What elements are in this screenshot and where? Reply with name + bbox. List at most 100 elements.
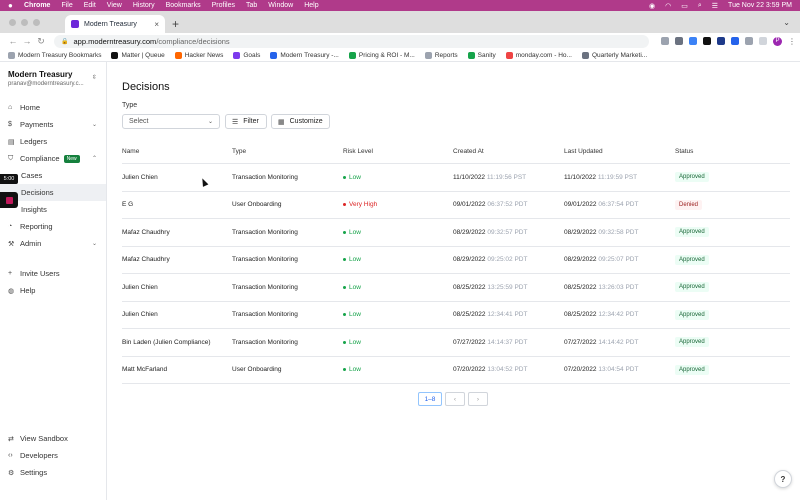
- window-controls: [0, 11, 45, 33]
- sidebar-item-developers[interactable]: ‹› Developers: [0, 447, 106, 464]
- previous-page-button[interactable]: ‹: [445, 392, 465, 406]
- sidebar-item-reporting[interactable]: ◔ Reporting: [0, 218, 106, 235]
- chevron-up-down-icon[interactable]: ⇳: [92, 74, 97, 81]
- dollar-icon: $: [8, 121, 12, 128]
- reload-button[interactable]: ↻: [34, 36, 48, 47]
- sidebar-item-admin[interactable]: ⚒ Admin ⌄: [0, 235, 106, 252]
- column-header-risk-level[interactable]: Risk Level: [343, 148, 453, 155]
- sidebar-item-help[interactable]: ◍ Help: [0, 282, 106, 299]
- close-tab-icon[interactable]: ×: [154, 20, 159, 29]
- sidebar-item-ledgers[interactable]: ▤ Ledgers: [0, 133, 106, 150]
- customize-button[interactable]: ▦ Customize: [271, 114, 330, 129]
- table-row[interactable]: Julien Chien Transaction Monitoring Low 08/…: [122, 274, 790, 302]
- sidebar-item-compliance[interactable]: ⛉ Compliance New ⌃: [0, 150, 106, 167]
- risk-level-text: Low: [349, 256, 361, 264]
- bookmark-item[interactable]: Matter | Queue: [111, 51, 165, 59]
- recording-timer[interactable]: 5:00: [0, 174, 18, 184]
- updated-time: 13:04:54 PDT: [598, 366, 639, 374]
- menu-help[interactable]: Help: [304, 2, 318, 9]
- bookmark-item[interactable]: Hacker News: [174, 51, 223, 59]
- menu-bookmarks[interactable]: Bookmarks: [166, 2, 201, 9]
- lock-icon[interactable]: 🔒: [61, 38, 68, 45]
- org-switcher[interactable]: Modern Treasury pranav@moderntreasury.c.…: [0, 62, 106, 87]
- extension-icon[interactable]: [717, 37, 725, 45]
- cell-name: E G: [122, 201, 134, 209]
- table-row[interactable]: Mafaz Chaudhry Transaction Monitoring Low 0…: [122, 219, 790, 247]
- menu-history[interactable]: History: [133, 2, 155, 9]
- risk-level-text: Low: [349, 228, 361, 236]
- column-header-created-at[interactable]: Created At: [453, 148, 564, 155]
- extension-icon[interactable]: [731, 37, 739, 45]
- menubar-clock[interactable]: Tue Nov 22 3:59 PM: [728, 2, 792, 9]
- stop-recording-button[interactable]: [0, 192, 18, 208]
- control-center-icon[interactable]: ☰: [712, 2, 718, 10]
- table-row[interactable]: E G User Onboarding Very High 09/01/2022 06…: [122, 192, 790, 219]
- zoom-window-button[interactable]: [33, 18, 40, 26]
- profile-avatar[interactable]: P: [773, 36, 782, 46]
- share-icon[interactable]: [661, 37, 669, 45]
- help-button[interactable]: ?: [774, 470, 792, 488]
- cell-risk-level: Low: [343, 366, 453, 373]
- bookmark-item[interactable]: Sanity: [467, 51, 496, 59]
- table-row[interactable]: Julien Chien Transaction Monitoring Low 11/…: [122, 164, 790, 192]
- apple-icon[interactable]: ●: [8, 1, 16, 10]
- column-header-status[interactable]: Status: [675, 148, 790, 155]
- menu-window[interactable]: Window: [268, 2, 293, 9]
- close-window-button[interactable]: [9, 18, 16, 26]
- type-filter-label: Type: [122, 102, 138, 109]
- document-icon: [581, 51, 589, 59]
- bookmark-item[interactable]: Goals: [233, 51, 260, 59]
- extension-icon[interactable]: [689, 37, 697, 45]
- table-row[interactable]: Bin Laden (Julien Compliance) Transaction…: [122, 329, 790, 357]
- address-bar[interactable]: 🔒 app.moderntreasury.com /compliance/dec…: [54, 34, 649, 48]
- bookmark-item[interactable]: Pricing & ROI - M...: [348, 51, 415, 59]
- column-header-last-updated[interactable]: Last Updated: [564, 148, 675, 155]
- sidebar-item-settings[interactable]: ⚙ Settings: [0, 464, 106, 481]
- cell-last-updated: 11/10/2022 11:19:59 PST: [564, 174, 675, 181]
- menu-profiles[interactable]: Profiles: [212, 2, 235, 9]
- sidebar-item-view-sandbox[interactable]: ⇄ View Sandbox: [0, 430, 106, 447]
- battery-icon[interactable]: ▭: [681, 2, 688, 10]
- status-badge: Approved: [675, 337, 709, 348]
- search-icon[interactable]: ⌕: [698, 2, 702, 10]
- sidebar-item-invite-users[interactable]: + Invite Users: [0, 265, 106, 282]
- menu-file[interactable]: File: [61, 2, 72, 9]
- bookmark-item[interactable]: monday.com - Ho...: [505, 51, 572, 59]
- menu-tab[interactable]: Tab: [246, 2, 257, 9]
- filter-button[interactable]: ☰ Filter: [225, 114, 267, 129]
- table-row[interactable]: Matt McFarland User Onboarding Low 07/20/20…: [122, 357, 790, 384]
- bookmark-star-icon[interactable]: [675, 37, 683, 45]
- column-header-name[interactable]: Name: [122, 148, 232, 155]
- forward-button[interactable]: →: [20, 36, 34, 46]
- sidebar-item-home[interactable]: ⌂ Home: [0, 99, 106, 116]
- column-header-type[interactable]: Type: [232, 148, 343, 155]
- bookmark-item[interactable]: Modern Treasury -...: [270, 51, 339, 59]
- extension-icon[interactable]: [703, 37, 711, 45]
- risk-dot-icon: [343, 313, 346, 317]
- type-select[interactable]: Select ⌄: [122, 114, 220, 129]
- tab-search-chevron-icon[interactable]: ⌄: [783, 18, 790, 27]
- more-menu-icon[interactable]: ⋮: [788, 37, 796, 46]
- side-panel-icon[interactable]: [759, 37, 767, 45]
- updated-time: 13:26:03 PDT: [598, 283, 639, 291]
- back-button[interactable]: ←: [6, 36, 20, 46]
- wifi-icon[interactable]: ◠: [665, 2, 671, 10]
- bookmark-item[interactable]: Modern Treasury Bookmarks: [8, 51, 101, 59]
- sidebar-item-payments[interactable]: $ Payments ⌄: [0, 116, 106, 133]
- minimize-window-button[interactable]: [21, 18, 28, 26]
- browser-tab-active[interactable]: Modern Treasury ×: [65, 15, 165, 33]
- bookmark-item[interactable]: Quarterly Marketi...: [581, 51, 647, 59]
- menu-chrome[interactable]: Chrome: [24, 2, 50, 9]
- bookmark-item[interactable]: Reports: [424, 51, 458, 59]
- cell-created-at: 08/29/2022 09:32:57 PDT: [453, 229, 564, 236]
- new-tab-button[interactable]: +: [172, 17, 179, 31]
- table-row[interactable]: Mafaz Chaudhry Transaction Monitoring Low 0…: [122, 247, 790, 274]
- updated-date: 07/27/2022: [564, 338, 597, 346]
- menu-view[interactable]: View: [107, 2, 122, 9]
- next-page-button[interactable]: ›: [468, 392, 488, 406]
- table-row[interactable]: Julien Chien Transaction Monitoring Low 08/…: [122, 302, 790, 329]
- puzzle-icon[interactable]: [745, 37, 753, 45]
- record-icon[interactable]: ◉: [649, 2, 655, 10]
- menu-edit[interactable]: Edit: [84, 2, 96, 9]
